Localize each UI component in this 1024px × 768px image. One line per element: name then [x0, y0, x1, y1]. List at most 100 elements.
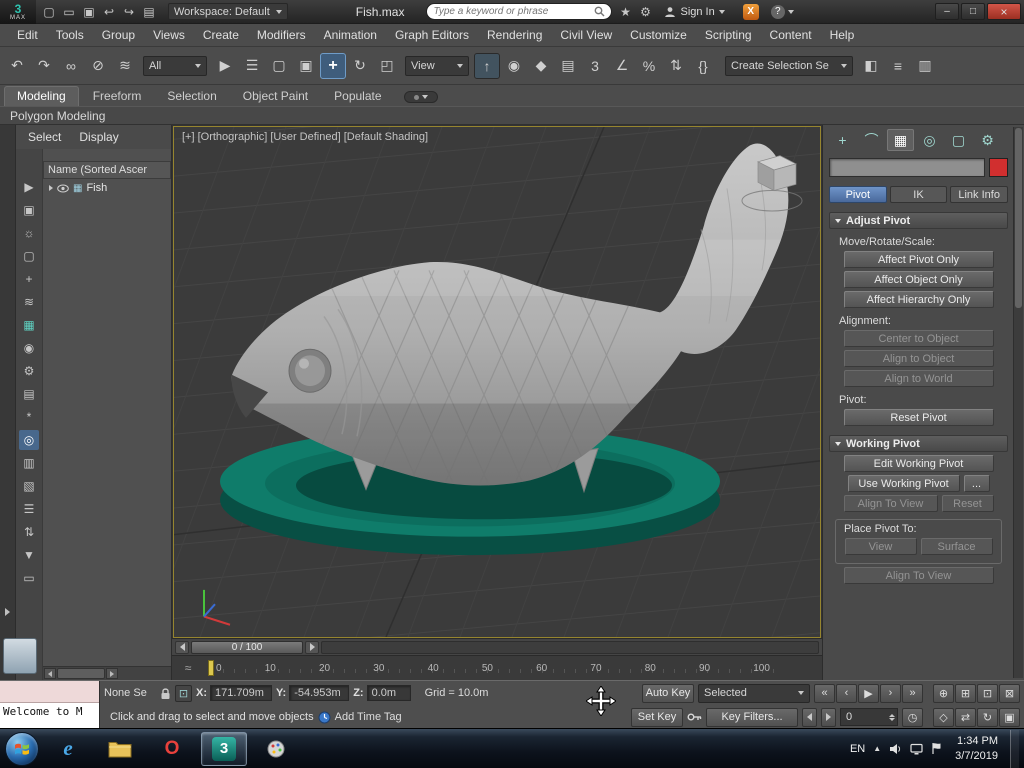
- scene-explorer-menu[interactable]: Select: [28, 130, 61, 144]
- se-display-lights-icon[interactable]: ☼: [19, 223, 39, 243]
- ribbon-collapse-pill[interactable]: [403, 91, 438, 103]
- orbit-icon[interactable]: ↻: [977, 707, 998, 727]
- menu-item[interactable]: Create: [194, 28, 248, 42]
- redo-history-icon[interactable]: ↪: [120, 3, 138, 21]
- window-crossing-icon[interactable]: ▣: [293, 53, 319, 79]
- maximize-viewport-icon[interactable]: ▣: [999, 707, 1020, 727]
- menu-item[interactable]: Help: [821, 28, 864, 42]
- affect-pivot-only-button[interactable]: Affect Pivot Only: [843, 251, 994, 268]
- action-center-flag-icon[interactable]: [931, 742, 943, 755]
- reset-pivot-button[interactable]: Reset Pivot: [843, 409, 994, 426]
- set-key-button[interactable]: Set Key: [631, 707, 683, 727]
- selection-lock-icon[interactable]: [160, 687, 171, 700]
- menu-item[interactable]: Group: [93, 28, 144, 42]
- search-icon[interactable]: [594, 6, 605, 17]
- se-locked-icon[interactable]: ▧: [19, 476, 39, 496]
- se-list-view-icon[interactable]: ☰: [19, 499, 39, 519]
- select-by-name-icon[interactable]: ☰: [239, 53, 265, 79]
- snaps-toggle-icon[interactable]: 3: [582, 53, 608, 79]
- fov-icon[interactable]: ◇: [933, 707, 954, 727]
- rollout-header-working-pivot[interactable]: Working Pivot: [829, 435, 1008, 452]
- exchange-store-icon[interactable]: X: [742, 3, 759, 20]
- rollout-header-adjust-pivot[interactable]: Adjust Pivot: [829, 212, 1008, 229]
- key-icon[interactable]: [687, 712, 702, 722]
- zoom-all-icon[interactable]: ⊞: [955, 683, 976, 703]
- start-button[interactable]: [5, 731, 39, 766]
- select-and-manipulate-icon[interactable]: ◆: [528, 53, 554, 79]
- menu-item[interactable]: Customize: [621, 28, 696, 42]
- expand-strip-icon[interactable]: [5, 608, 10, 616]
- align-to-object-button[interactable]: Align to Object: [843, 350, 994, 367]
- undo-history-icon[interactable]: ↩: [100, 3, 118, 21]
- scene-explorer-row[interactable]: ▦ Fish: [43, 179, 171, 197]
- time-configuration-icon[interactable]: ◷: [902, 707, 923, 727]
- auto-key-button[interactable]: Auto Key: [642, 683, 694, 703]
- close-button[interactable]: ×: [987, 3, 1021, 20]
- z-coordinate-field[interactable]: 0.0m: [366, 685, 411, 701]
- pan-icon[interactable]: ⇄: [955, 707, 976, 727]
- ribbon-panel-title[interactable]: Polygon Modeling: [10, 109, 105, 123]
- undo-icon[interactable]: ↶: [4, 53, 30, 79]
- time-tag-clock-icon[interactable]: [318, 711, 331, 724]
- visibility-eye-icon[interactable]: [57, 184, 69, 193]
- go-to-end-button[interactable]: »: [902, 683, 923, 703]
- next-key-button[interactable]: [821, 707, 836, 727]
- modify-panel-icon[interactable]: ⌒: [858, 129, 885, 151]
- column-header-name[interactable]: Name (Sorted Ascer: [43, 161, 171, 179]
- next-frame-button[interactable]: ›: [880, 683, 901, 703]
- unlink-selection-icon[interactable]: ⊘: [85, 53, 111, 79]
- selection-set-combo[interactable]: Create Selection Se: [725, 55, 853, 76]
- center-to-object-button[interactable]: Center to Object: [843, 330, 994, 347]
- absolute-mode-icon[interactable]: ⊡: [175, 684, 192, 702]
- scrollbar-thumb[interactable]: [1015, 128, 1022, 308]
- time-back-arrow[interactable]: [175, 640, 189, 654]
- time-slider-track[interactable]: [321, 640, 819, 654]
- previous-key-button[interactable]: [802, 707, 817, 727]
- menu-item[interactable]: Tools: [47, 28, 93, 42]
- bind-to-space-warp-icon[interactable]: ≋: [112, 53, 138, 79]
- tray-expand-icon[interactable]: ▲: [873, 744, 881, 753]
- current-frame-marker[interactable]: [208, 660, 214, 676]
- select-and-link-icon[interactable]: ∞: [58, 53, 84, 79]
- workspace-dropdown[interactable]: Workspace: Default: [168, 3, 288, 20]
- language-indicator[interactable]: EN: [850, 743, 865, 755]
- reference-coordinate-dropdown[interactable]: View: [405, 55, 469, 76]
- scene-explorer-menu[interactable]: Display: [79, 130, 118, 144]
- se-properties-icon[interactable]: ▥: [19, 453, 39, 473]
- open-file-icon[interactable]: ▭: [60, 3, 78, 21]
- frame-number-field[interactable]: 0: [840, 708, 898, 726]
- se-display-warps-icon[interactable]: ≋: [19, 292, 39, 312]
- use-working-pivot-button[interactable]: Use Working Pivot: [847, 475, 960, 492]
- listener-output-pane[interactable]: Welcome to M: [0, 703, 99, 728]
- align-to-view-clipped-button[interactable]: Align To View: [843, 567, 994, 584]
- panel-scrollbar[interactable]: [1013, 127, 1023, 678]
- go-to-start-button[interactable]: «: [814, 683, 835, 703]
- maximize-button[interactable]: □: [961, 3, 985, 20]
- track-bar[interactable]: ≈ 0 10 20 30 40 50 60 70 80 90 100: [172, 655, 822, 680]
- project-folder-icon[interactable]: ▤: [140, 3, 158, 21]
- taskbar-internet-explorer[interactable]: e: [45, 732, 91, 766]
- viewport-header[interactable]: [+] [Orthographic] [User Defined] [Defau…: [182, 131, 428, 143]
- select-object-icon[interactable]: ▶: [212, 53, 238, 79]
- viewport-layout-tab[interactable]: [3, 638, 37, 674]
- menu-item[interactable]: Animation: [315, 28, 386, 42]
- sign-in-button[interactable]: Sign In: [664, 6, 725, 18]
- settings-icon[interactable]: ⚙: [636, 3, 654, 21]
- zoom-icon[interactable]: ⊕: [933, 683, 954, 703]
- mini-curve-editor-icon[interactable]: ≈: [172, 661, 204, 675]
- menu-item[interactable]: Rendering: [478, 28, 551, 42]
- zoom-extents-all-icon[interactable]: ⊠: [999, 683, 1020, 703]
- key-filters-button[interactable]: Key Filters...: [706, 707, 798, 727]
- taskbar-3ds-max[interactable]: 3: [201, 731, 247, 766]
- use-pivot-point-icon[interactable]: ◉: [501, 53, 527, 79]
- object-name-field[interactable]: [829, 158, 985, 177]
- taskbar-opera[interactable]: O: [149, 732, 195, 766]
- menu-item[interactable]: Content: [761, 28, 821, 42]
- place-view-button[interactable]: View: [844, 538, 917, 555]
- affect-hierarchy-only-button[interactable]: Affect Hierarchy Only: [843, 291, 994, 308]
- se-display-grid-icon[interactable]: ▦: [19, 315, 39, 335]
- create-panel-icon[interactable]: +: [829, 129, 856, 151]
- se-folder-icon[interactable]: ▭: [19, 568, 39, 588]
- hierarchy-subtab[interactable]: IK: [889, 186, 948, 203]
- x-coordinate-field[interactable]: 171.709m: [210, 685, 272, 701]
